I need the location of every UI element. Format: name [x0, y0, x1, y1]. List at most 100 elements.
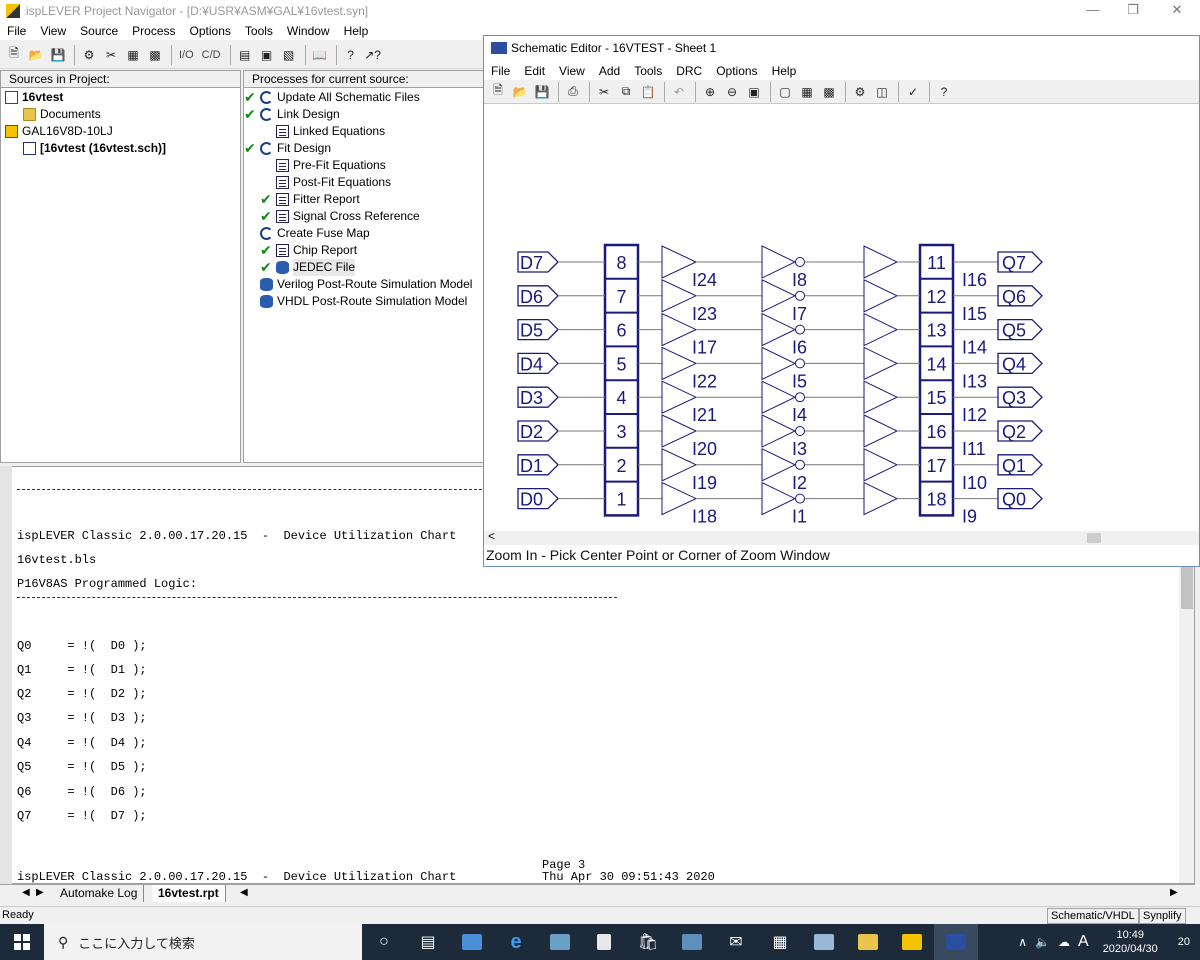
import-icon[interactable]: ▦	[123, 45, 143, 65]
cut-icon[interactable]: ✂	[594, 82, 614, 102]
menu-tools[interactable]: Tools	[238, 22, 280, 40]
mail-icon[interactable]: ✉	[714, 924, 758, 960]
store-icon[interactable]: 🛍	[626, 924, 670, 960]
add-symbol-icon[interactable]: ▢	[775, 82, 795, 102]
menu-file[interactable]: File	[0, 22, 33, 40]
open-folder-icon[interactable]: 📂	[26, 45, 46, 65]
help-icon[interactable]: ?	[341, 45, 361, 65]
sch-menu-file[interactable]: File	[484, 60, 517, 80]
file-explorer-icon[interactable]	[846, 924, 890, 960]
save-icon[interactable]: 💾	[48, 45, 68, 65]
process-item[interactable]: ✔ Fit Design	[244, 140, 331, 157]
process-item[interactable]: Create Fuse Map	[244, 225, 370, 242]
isplever-taskbar-icon[interactable]	[890, 924, 934, 960]
zoom-in-icon[interactable]: ⊕	[700, 82, 720, 102]
cortana-icon[interactable]: ○	[362, 924, 406, 960]
process-item[interactable]: ✔ Chip Report	[260, 242, 357, 259]
menu-process[interactable]: Process	[125, 22, 182, 40]
sch-menu-tools[interactable]: Tools	[627, 60, 669, 80]
process-item[interactable]: Pre-Fit Equations	[260, 157, 386, 174]
start-button[interactable]	[0, 924, 44, 960]
show-hidden-icons-chevron-icon[interactable]: ∧	[1014, 935, 1031, 949]
hscroll-left-icon[interactable]: ◀	[234, 885, 254, 902]
sch-menu-options[interactable]: Options	[709, 60, 764, 80]
new-file-icon[interactable]: 🗎	[4, 45, 24, 65]
schematic-editor-taskbar-icon[interactable]	[934, 924, 978, 960]
ime-indicator[interactable]: A	[1074, 933, 1093, 951]
notifications-badge[interactable]: 20	[1168, 936, 1200, 948]
source-item-documents[interactable]: Documents	[23, 106, 101, 123]
scroll-left-arrow[interactable]: <	[488, 529, 495, 543]
edge-browser-icon[interactable]: e	[494, 924, 538, 960]
tab-16vtest-rpt[interactable]: 16vtest.rpt	[152, 885, 226, 902]
print-icon[interactable]: ⎙	[563, 82, 583, 102]
check-icon[interactable]: ✓	[903, 82, 923, 102]
sch-menu-view[interactable]: View	[552, 60, 592, 80]
process-item[interactable]: ✔ JEDEC File	[260, 259, 356, 276]
close-button[interactable]: ✕	[1154, 0, 1200, 22]
app-icon[interactable]	[538, 924, 582, 960]
source-item-project[interactable]: 16vtest	[5, 89, 63, 106]
new-icon[interactable]: 🗎	[488, 82, 508, 102]
taskbar-search-box[interactable]: ⚲ ここに入力して検索	[44, 924, 362, 960]
copy-icon[interactable]: ⧉	[616, 82, 636, 102]
archive-icon[interactable]: ▩	[145, 45, 165, 65]
report-icon[interactable]: ▤	[235, 45, 255, 65]
menu-source[interactable]: Source	[73, 22, 125, 40]
hierarchy-pop-icon[interactable]: ◫	[872, 82, 892, 102]
process-item[interactable]: Verilog Post-Route Simulation Model	[244, 276, 472, 293]
network-cloud-icon[interactable]: ☁	[1054, 935, 1074, 949]
add-net-icon[interactable]: ▩	[819, 82, 839, 102]
schematic-drawing[interactable]: D7 8I24 I811I16Q7D6 7I23 I712I15Q6D5 6I17 I613…	[484, 104, 1199, 544]
menu-help[interactable]: Help	[337, 22, 376, 40]
restore-button[interactable]: ❐	[1110, 0, 1156, 22]
context-help-icon[interactable]: ↗?	[363, 45, 383, 65]
document-app-icon[interactable]	[582, 924, 626, 960]
cd-button[interactable]: C/D	[199, 45, 224, 65]
io-button[interactable]: I/O	[176, 45, 197, 65]
menu-options[interactable]: Options	[183, 22, 238, 40]
paste-icon[interactable]: 📋	[638, 82, 658, 102]
process-item[interactable]: ✔ Update All Schematic Files	[244, 89, 420, 106]
zoom-out-icon[interactable]: ⊖	[722, 82, 742, 102]
process-item[interactable]: Linked Equations	[260, 123, 385, 140]
app-icon[interactable]	[450, 924, 494, 960]
task-view-icon[interactable]: ▤	[406, 924, 450, 960]
process-item[interactable]: VHDL Post-Route Simulation Model	[244, 293, 467, 310]
hierarchy-push-icon[interactable]: ⚙	[850, 82, 870, 102]
calculator-icon[interactable]: ▦	[758, 924, 802, 960]
process-item[interactable]: ✔ Signal Cross Reference	[260, 208, 420, 225]
sch-menu-edit[interactable]: Edit	[517, 60, 552, 80]
process-item[interactable]: Post-Fit Equations	[260, 174, 391, 191]
sch-menu-drc[interactable]: DRC	[669, 60, 709, 80]
tab-scroll-right-icon[interactable]: ▶	[30, 885, 50, 902]
schematic-canvas[interactable]: D7 8 I24 I8 11 I16 Q7 D6 7 I23 I7 12 I15 Q6 D5 6 I17 I6 13…	[484, 104, 1199, 564]
scrollbar-thumb[interactable]	[1087, 533, 1101, 543]
process-item[interactable]: ✔ Link Design	[244, 106, 340, 123]
waveform-icon[interactable]: ▧	[279, 45, 299, 65]
new-source-icon[interactable]: ⚙	[79, 45, 99, 65]
scrollbar-thumb[interactable]	[1181, 567, 1193, 609]
source-item-schematic[interactable]: [16vtest (16vtest.sch)]	[23, 140, 166, 157]
book-icon[interactable]: 📖	[310, 45, 330, 65]
volume-icon[interactable]: 🔈	[1031, 935, 1054, 949]
tab-automake-log[interactable]: Automake Log	[54, 885, 145, 902]
sch-menu-add[interactable]: Add	[592, 60, 627, 80]
schematic-horizontal-scrollbar[interactable]: <	[484, 529, 1199, 545]
remove-source-icon[interactable]: ✂	[101, 45, 121, 65]
clock[interactable]: 10:49 2020/04/30	[1093, 928, 1168, 956]
hscroll-right-icon[interactable]: ▶	[1164, 885, 1184, 902]
app-icon[interactable]	[802, 924, 846, 960]
menu-view[interactable]: View	[33, 22, 73, 40]
open-icon[interactable]: 📂	[510, 82, 530, 102]
app-icon[interactable]	[670, 924, 714, 960]
chip-view-icon[interactable]: ▣	[257, 45, 277, 65]
menu-window[interactable]: Window	[280, 22, 337, 40]
save-icon[interactable]: 💾	[532, 82, 552, 102]
add-wire-icon[interactable]: ▦	[797, 82, 817, 102]
sch-menu-help[interactable]: Help	[765, 60, 804, 80]
process-item[interactable]: ✔ Fitter Report	[260, 191, 360, 208]
source-item-device[interactable]: GAL16V8D-10LJ	[5, 123, 113, 140]
help-icon[interactable]: ?	[934, 82, 954, 102]
undo-icon[interactable]: ↶	[669, 82, 689, 102]
